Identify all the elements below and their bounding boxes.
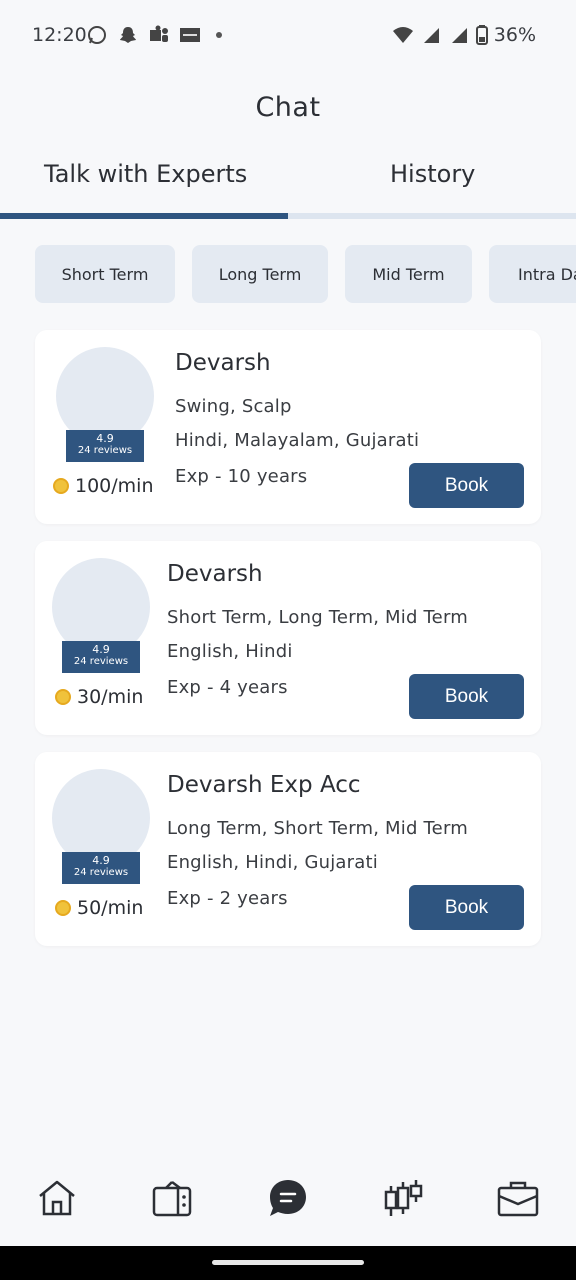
expert-name: Devarsh Exp Acc [167, 772, 361, 798]
price-label: 100/min [75, 475, 154, 497]
tv-icon [152, 1181, 192, 1217]
wifi-icon [392, 24, 414, 46]
status-bar: 12:20 36% [0, 0, 576, 70]
home-gesture-handle[interactable] [212, 1260, 364, 1265]
bottom-nav [0, 1170, 576, 1230]
app-icon [179, 24, 201, 46]
teams-icon [148, 24, 170, 46]
whatsapp-icon [86, 24, 108, 46]
expert-languages: English, Hindi, Gujarati [167, 852, 378, 873]
expert-card[interactable]: 4.9 24 reviews 100/min Devarsh Swing, Sc… [35, 330, 541, 524]
expert-experience: Exp - 4 years [167, 677, 288, 698]
page-title: Chat [255, 92, 321, 123]
rating-value: 4.9 [92, 643, 110, 656]
review-count: 24 reviews [73, 867, 129, 879]
chat-icon [270, 1180, 306, 1216]
nav-portfolio[interactable] [488, 1170, 548, 1226]
home-icon [39, 1180, 75, 1216]
book-button[interactable]: Book [409, 885, 524, 930]
candlestick-chart-icon [384, 1180, 423, 1216]
tab-history[interactable]: History [390, 160, 475, 212]
price-per-minute: 50/min [55, 897, 143, 919]
book-button[interactable]: Book [409, 463, 524, 508]
filter-chips: Short Term Long Term Mid Term Intra Da [35, 245, 576, 305]
coin-icon [55, 900, 71, 916]
rating-badge: 4.9 24 reviews [62, 641, 140, 673]
battery-percent: 36% [493, 24, 536, 46]
rating-value: 4.9 [92, 854, 110, 867]
filter-chip-mid-term[interactable]: Mid Term [345, 245, 472, 303]
status-time: 12:20 [32, 24, 87, 46]
book-button[interactable]: Book [409, 674, 524, 719]
nav-chat[interactable] [258, 1170, 318, 1226]
coin-icon [53, 478, 69, 494]
snapchat-icon [117, 24, 139, 46]
price-per-minute: 100/min [53, 475, 154, 497]
expert-specialties: Short Term, Long Term, Mid Term [167, 607, 468, 628]
price-label: 30/min [77, 686, 144, 708]
expert-languages: Hindi, Malayalam, Gujarati [175, 430, 420, 451]
price-label: 50/min [77, 897, 144, 919]
nav-home[interactable] [27, 1170, 87, 1226]
notification-icons [86, 24, 222, 46]
expert-specialties: Swing, Scalp [175, 396, 292, 417]
system-gesture-bar [0, 1246, 576, 1280]
expert-name: Devarsh [175, 350, 271, 376]
dot-icon [216, 32, 222, 38]
briefcase-icon [497, 1181, 539, 1217]
expert-experience: Exp - 2 years [167, 888, 288, 909]
review-count: 24 reviews [73, 656, 129, 668]
active-tab-indicator [0, 213, 288, 219]
expert-specialties: Long Term, Short Term, Mid Term [167, 818, 468, 839]
expert-languages: English, Hindi [167, 641, 293, 662]
expert-card[interactable]: 4.9 24 reviews 30/min Devarsh Short Term… [35, 541, 541, 735]
price-per-minute: 30/min [55, 686, 143, 708]
signal-icon [448, 24, 470, 46]
signal-icon [420, 24, 442, 46]
rating-badge: 4.9 24 reviews [66, 430, 144, 462]
filter-chip-short-term[interactable]: Short Term [35, 245, 175, 303]
filter-chip-intraday[interactable]: Intra Da [489, 245, 576, 303]
expert-name: Devarsh [167, 561, 263, 587]
nav-tv[interactable] [142, 1170, 202, 1226]
tab-talk-with-experts[interactable]: Talk with Experts [44, 160, 247, 212]
filter-chip-long-term[interactable]: Long Term [192, 245, 328, 303]
coin-icon [55, 689, 71, 705]
tab-indicator-track [288, 213, 576, 219]
rating-value: 4.9 [96, 432, 114, 445]
system-icons: 36% [392, 24, 536, 46]
expert-card[interactable]: 4.9 24 reviews 50/min Devarsh Exp Acc Lo… [35, 752, 541, 946]
tab-bar: Talk with Experts History [0, 160, 576, 220]
battery-icon [475, 24, 488, 46]
nav-market[interactable] [373, 1170, 433, 1226]
review-count: 24 reviews [77, 445, 133, 457]
expert-experience: Exp - 10 years [175, 466, 308, 487]
rating-badge: 4.9 24 reviews [62, 852, 140, 884]
